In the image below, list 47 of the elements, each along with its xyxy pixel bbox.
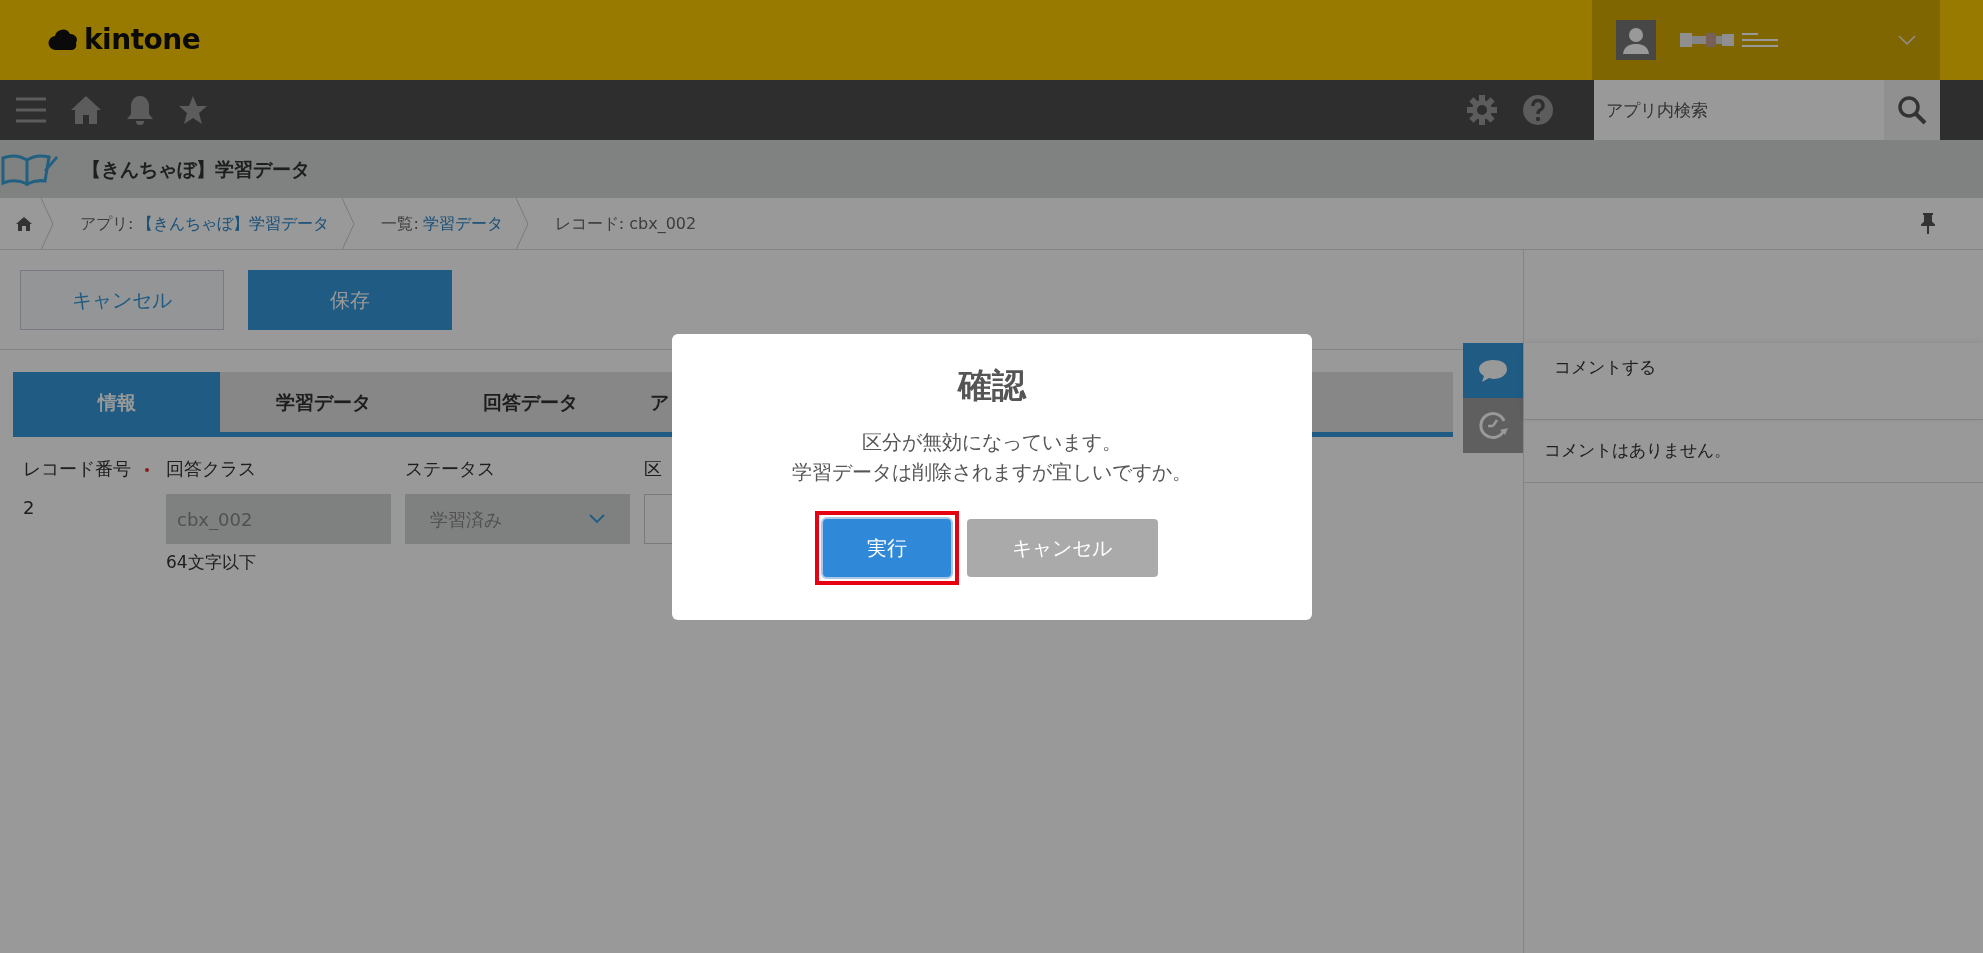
dialog-title: 確認 <box>958 364 1026 407</box>
dialog-message: 区分が無効になっています。 <box>861 429 1123 456</box>
speech-bubble-icon <box>1477 357 1509 384</box>
history-icon <box>1477 409 1509 442</box>
breadcrumb-link[interactable]: 【きんちゃぼ】学習データ <box>137 211 330 236</box>
search-field[interactable]: アプリ内検索 <box>1594 80 1884 140</box>
confirm-button[interactable]: 実行 <box>822 519 951 577</box>
field-hint: 64文字以下 <box>166 551 257 574</box>
comments-tab[interactable] <box>1463 343 1523 398</box>
field-value: 2 <box>23 496 36 520</box>
breadcrumb-label: アプリ: <box>80 212 134 235</box>
app-title: 【きんちゃぼ】学習データ <box>82 156 310 182</box>
home-icon[interactable] <box>70 95 102 125</box>
home-icon[interactable] <box>16 215 32 232</box>
chevron-down-icon[interactable] <box>1898 35 1916 45</box>
logo: kintone <box>84 22 201 58</box>
history-tab[interactable] <box>1463 398 1523 453</box>
field-label: 回答クラス <box>166 458 256 479</box>
cloud-icon <box>48 28 80 52</box>
star-icon[interactable] <box>178 95 208 125</box>
chevron-down-icon <box>589 514 605 524</box>
bell-icon[interactable] <box>126 95 154 125</box>
pin-icon[interactable] <box>1921 212 1935 235</box>
avatar-icon <box>1616 20 1656 60</box>
field-label: レコード番号 <box>23 458 131 479</box>
comment-field[interactable]: コメントする <box>1524 343 1983 419</box>
save-button[interactable]: 保存 <box>248 270 452 330</box>
field-label: 区 <box>644 458 662 479</box>
search-button[interactable] <box>1884 80 1940 140</box>
required-mark <box>145 468 149 472</box>
menu-icon[interactable] <box>16 97 46 123</box>
settings-icon[interactable] <box>1466 94 1498 126</box>
help-icon[interactable] <box>1522 94 1554 126</box>
dialog-message: 学習データは削除されますが宜しいですか。 <box>792 459 1192 486</box>
empty-comments-text: コメントはありません。 <box>1544 440 1731 460</box>
breadcrumb-label: 一覧: <box>381 212 419 235</box>
field-label: ステータス <box>405 458 495 479</box>
tab[interactable]: 情報 <box>13 372 220 432</box>
tab[interactable]: 回答データ <box>427 372 634 432</box>
tab[interactable]: ア <box>634 372 841 432</box>
cancel-button[interactable]: キャンセル <box>20 270 224 330</box>
breadcrumb-link[interactable]: 学習データ <box>422 211 503 236</box>
book-icon <box>0 152 58 186</box>
breadcrumb-current: レコード: cbx_002 <box>554 212 697 235</box>
cancel-button[interactable]: キャンセル <box>966 519 1158 577</box>
search-icon <box>1897 95 1927 125</box>
tab[interactable]: 学習データ <box>220 372 427 432</box>
